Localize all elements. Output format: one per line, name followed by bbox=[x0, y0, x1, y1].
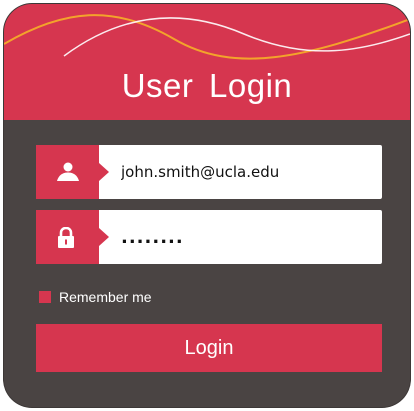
password-input[interactable] bbox=[121, 210, 371, 264]
user-icon bbox=[57, 162, 79, 181]
login-button[interactable]: Login bbox=[36, 324, 382, 372]
email-input[interactable] bbox=[121, 145, 371, 199]
username-notch bbox=[99, 163, 109, 181]
username-field[interactable] bbox=[36, 145, 382, 199]
page-title: User Login bbox=[121, 67, 293, 104]
remember-me-toggle[interactable]: Remember me bbox=[39, 289, 152, 305]
remember-me-label: Remember me bbox=[59, 289, 152, 305]
username-icon-box bbox=[36, 145, 99, 199]
password-field[interactable] bbox=[36, 210, 382, 264]
lock-icon bbox=[58, 227, 74, 248]
password-notch bbox=[99, 228, 109, 246]
login-header: User Login bbox=[4, 4, 410, 120]
remember-me-checkbox[interactable] bbox=[39, 291, 51, 303]
password-icon-box bbox=[36, 210, 99, 264]
login-card: User Login Remember me Login bbox=[4, 4, 410, 407]
